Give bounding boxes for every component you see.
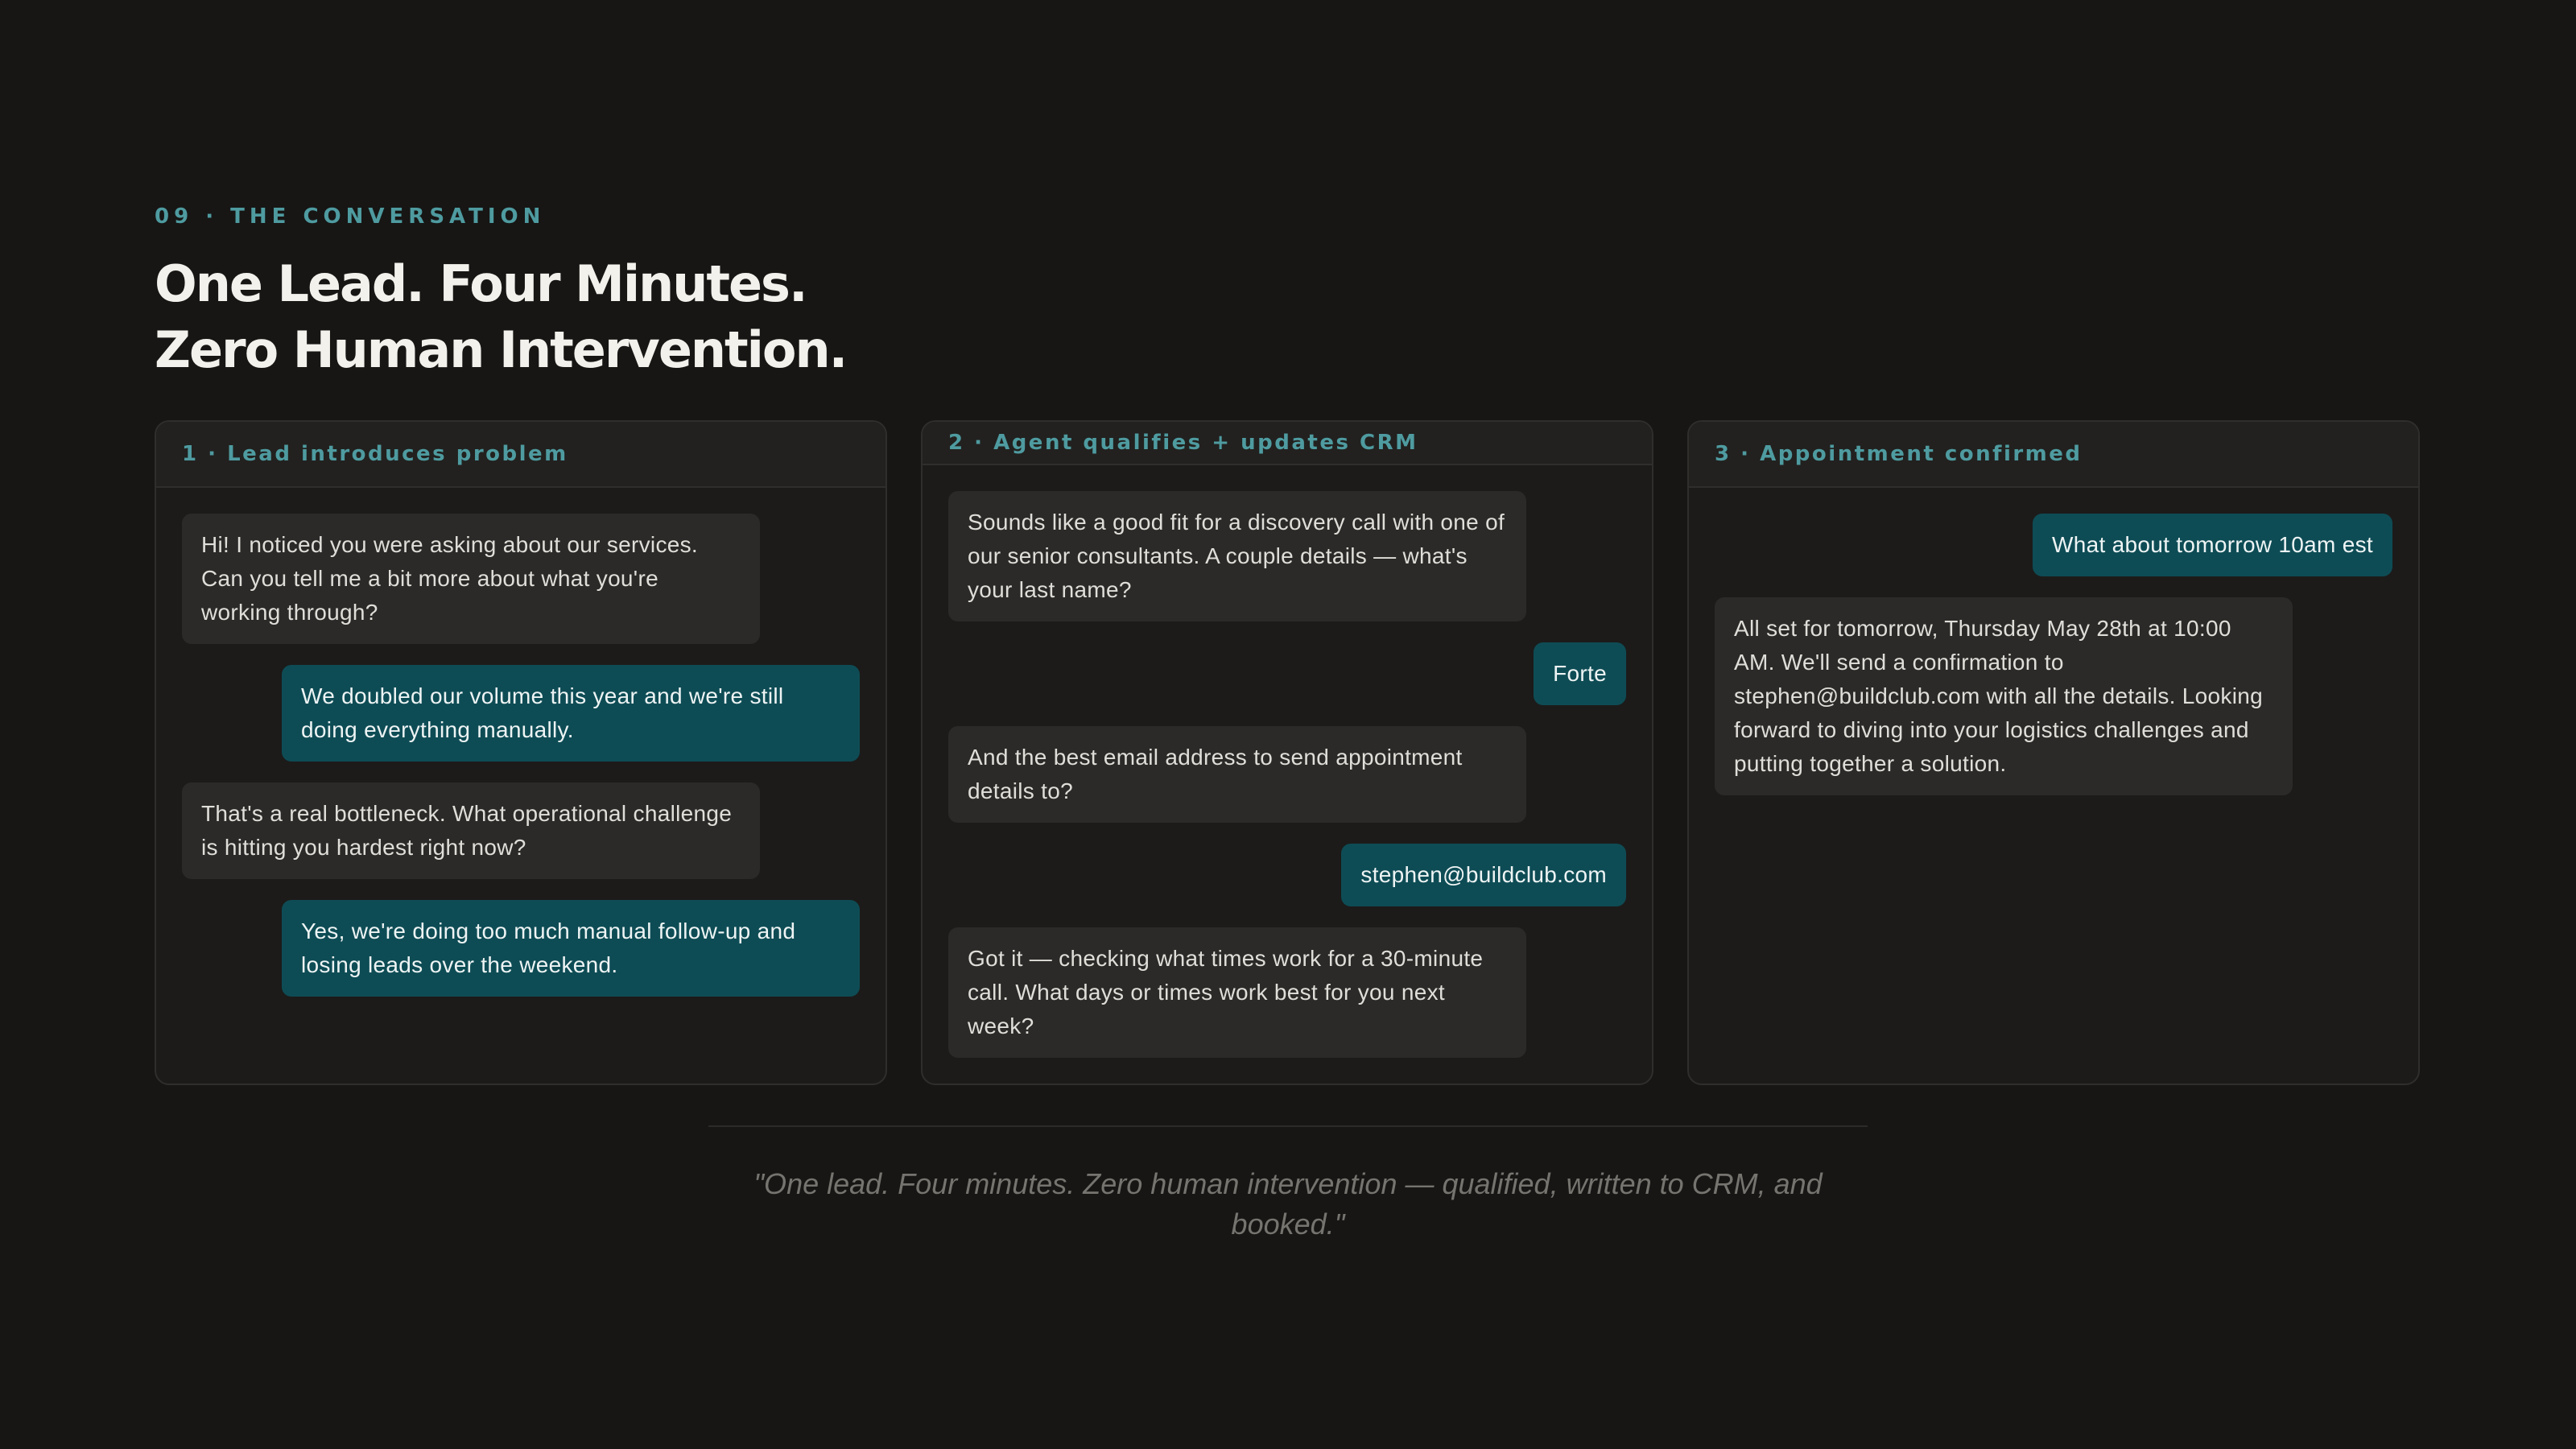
divider [708,1125,1868,1127]
message-list: Sounds like a good fit for a discovery c… [923,465,1652,1084]
page-title-line-1: One Lead. Four Minutes. [155,254,808,313]
agent-message: All set for tomorrow, Thursday May 28th … [1715,597,2293,795]
lead-message: What about tomorrow 10am est [2032,514,2392,576]
agent-message: That's a real bottleneck. What operation… [182,782,760,879]
page-title: One Lead. Four Minutes. Zero Human Inter… [155,251,848,383]
agent-message: Got it — checking what times work for a … [948,927,1526,1058]
section-eyebrow: 09 · THE CONVERSATION [155,204,546,229]
panel-title: 3 · Appointment confirmed [1689,422,2418,488]
lead-message: We doubled our volume this year and we'r… [282,665,860,762]
message-list: What about tomorrow 10am est All set for… [1689,488,2418,821]
panel-title: 2 · Agent qualifies + updates CRM [923,422,1652,465]
pull-quote: "One lead. Four minutes. Zero human inte… [753,1167,1823,1241]
panel-appointment-confirmed: 3 · Appointment confirmed What about tom… [1687,420,2420,1085]
agent-message: Hi! I noticed you were asking about our … [182,514,760,644]
lead-message: Yes, we're doing too much manual follow-… [282,900,860,997]
lead-message: stephen@buildclub.com [1341,844,1626,906]
lead-message: Forte [1534,642,1626,705]
message-list: Hi! I noticed you were asking about our … [156,488,886,1022]
conversation-panels: 1 · Lead introduces problem Hi! I notice… [155,420,2421,1085]
panel-lead-introduces-problem: 1 · Lead introduces problem Hi! I notice… [155,420,887,1085]
page-title-line-2: Zero Human Intervention. [155,320,848,379]
panel-agent-qualifies: 2 · Agent qualifies + updates CRM Sounds… [921,420,1653,1085]
agent-message: And the best email address to send appoi… [948,726,1526,823]
panel-title: 1 · Lead introduces problem [156,422,886,488]
agent-message: Sounds like a good fit for a discovery c… [948,491,1526,621]
